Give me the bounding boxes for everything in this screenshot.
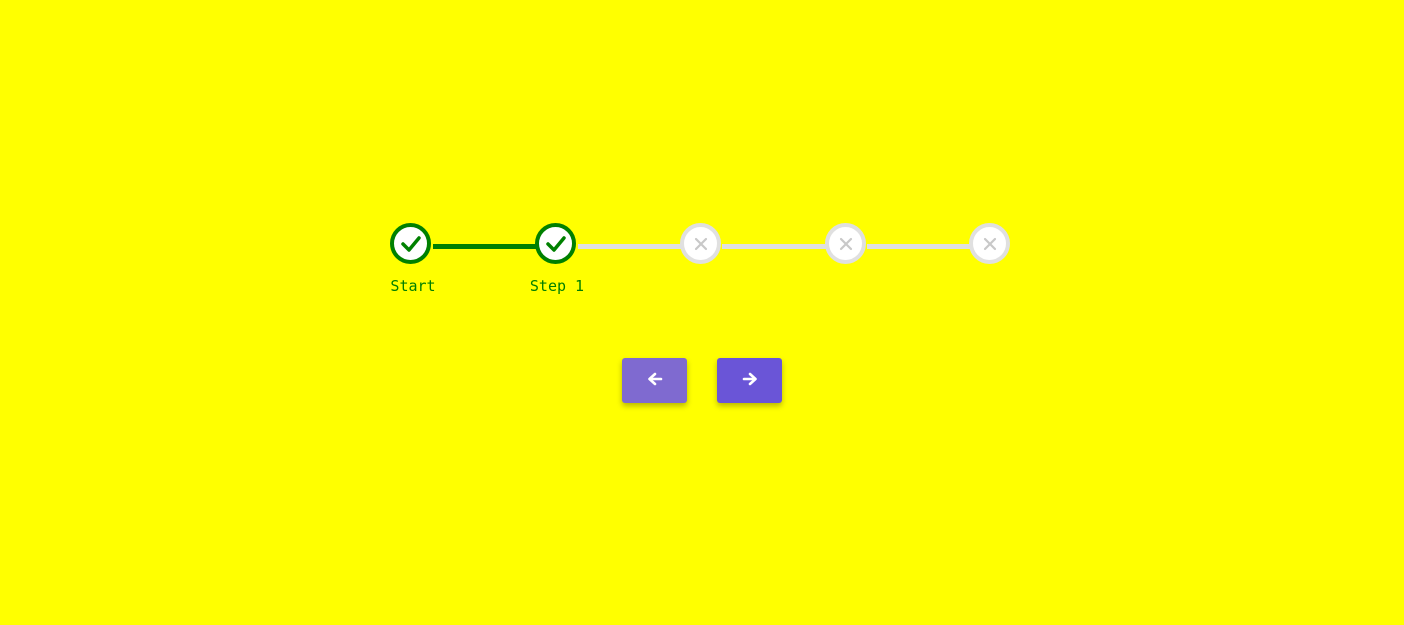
close-icon [694, 237, 708, 251]
step-label-step-1: Step 1 [529, 277, 585, 295]
step-connector-4 [867, 243, 971, 249]
previous-step-button[interactable] [622, 358, 687, 403]
step-4 [825, 223, 866, 264]
check-icon [400, 235, 422, 253]
close-icon [983, 237, 997, 251]
step-connector-3 [722, 243, 827, 249]
next-step-button[interactable] [717, 358, 782, 403]
step-connector-1 [433, 243, 537, 249]
close-icon [839, 237, 853, 251]
step-1 [535, 223, 576, 264]
arrow-left-icon [647, 372, 663, 389]
progress-stepper: Start Step 1 [0, 0, 1404, 625]
step-label-start: Start [390, 277, 436, 295]
step-start [390, 223, 431, 264]
step-5 [969, 223, 1010, 264]
check-icon [545, 235, 567, 253]
step-3 [680, 223, 721, 264]
step-connector-2 [578, 243, 682, 249]
arrow-right-icon [742, 372, 758, 389]
